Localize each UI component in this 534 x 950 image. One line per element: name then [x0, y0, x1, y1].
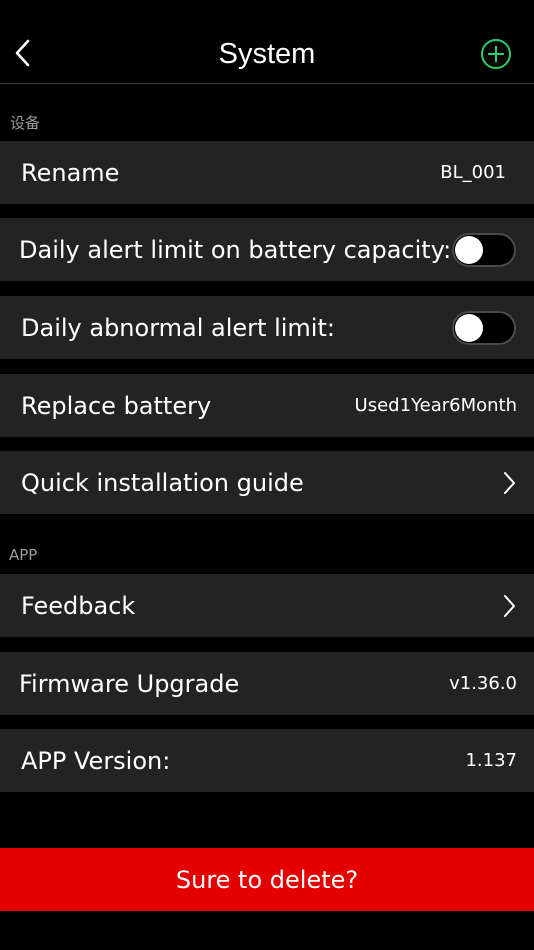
app-version-value: 1.137 [465, 750, 517, 771]
toggle-knob [455, 235, 483, 264]
rename-row[interactable]: Rename BL_001 [0, 141, 534, 204]
section-label-device: 设备 [10, 114, 41, 132]
rename-label: Rename [21, 158, 120, 187]
firmware-label: Firmware Upgrade [19, 669, 240, 698]
firmware-version: v1.36.0 [449, 673, 517, 694]
feedback-row[interactable]: Feedback [0, 574, 534, 637]
quick-guide-label: Quick installation guide [21, 468, 304, 497]
add-button[interactable] [480, 38, 512, 70]
daily-abnormal-alert-label: Daily abnormal alert limit: [21, 313, 335, 342]
chevron-right-icon [501, 471, 517, 495]
page-title: System [218, 38, 316, 70]
delete-button[interactable]: Sure to delete? [0, 848, 534, 911]
replace-battery-label: Replace battery [21, 391, 212, 420]
app-version-label: APP Version: [21, 746, 171, 775]
daily-capacity-alert-row: Daily alert limit on battery capacity: [0, 218, 534, 281]
toggle-knob [455, 313, 483, 342]
replace-battery-row[interactable]: Replace battery Used1Year6Month [0, 374, 534, 437]
section-label-app: APP [9, 546, 38, 564]
feedback-label: Feedback [21, 591, 136, 620]
daily-capacity-alert-label: Daily alert limit on battery capacity: [19, 235, 452, 264]
daily-abnormal-alert-row: Daily abnormal alert limit: [0, 296, 534, 359]
firmware-row[interactable]: Firmware Upgrade v1.36.0 [0, 652, 534, 715]
daily-abnormal-alert-toggle[interactable] [452, 310, 516, 345]
nav-bar: System [0, 0, 534, 84]
replace-battery-value: Used1Year6Month [354, 395, 517, 416]
rename-value: BL_001 [440, 162, 506, 183]
app-version-row: APP Version: 1.137 [0, 729, 534, 792]
plus-circle-icon [481, 39, 511, 69]
daily-capacity-alert-toggle[interactable] [452, 232, 516, 267]
chevron-right-icon [501, 594, 517, 618]
quick-guide-row[interactable]: Quick installation guide [0, 451, 534, 514]
